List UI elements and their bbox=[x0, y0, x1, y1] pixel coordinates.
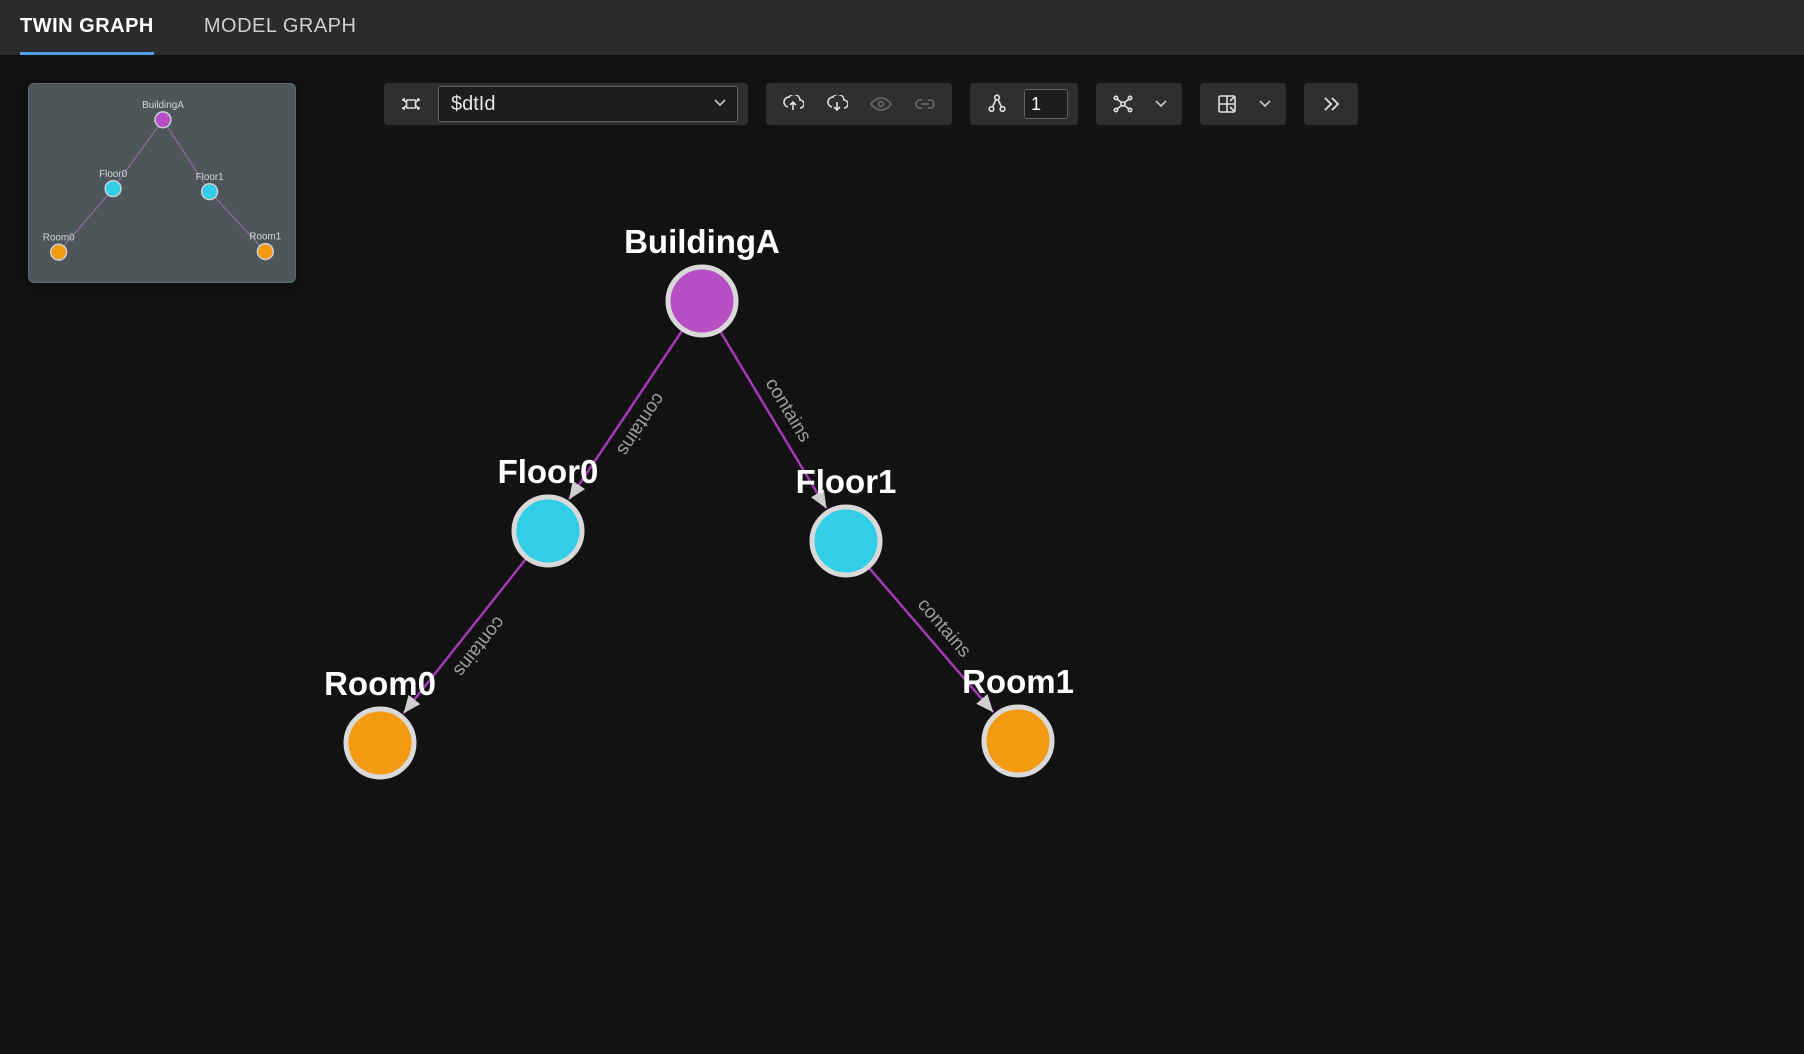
graph-node-label: Room0 bbox=[324, 665, 436, 702]
main-area: containscontainscontainscontains Buildin… bbox=[0, 55, 1804, 1049]
toolbar: $dtId bbox=[384, 83, 1358, 125]
expansion-level-input[interactable] bbox=[1024, 89, 1068, 119]
svg-text:Room0: Room0 bbox=[43, 232, 75, 243]
expand-mode-group bbox=[1200, 83, 1286, 125]
layout-group bbox=[1096, 83, 1182, 125]
export-graph-icon[interactable] bbox=[776, 87, 810, 121]
overflow-group bbox=[1304, 83, 1358, 125]
graph-node-buildinga[interactable] bbox=[668, 267, 736, 335]
expansion-group bbox=[970, 83, 1078, 125]
svg-text:BuildingA: BuildingA bbox=[142, 100, 184, 111]
layout-chevron-icon[interactable] bbox=[1150, 96, 1172, 113]
graph-node-floor1[interactable] bbox=[812, 507, 880, 575]
tab-twin-graph[interactable]: TWIN GRAPH bbox=[20, 0, 154, 55]
show-all-icon bbox=[864, 87, 898, 121]
graph-node-label: Room1 bbox=[962, 663, 1074, 700]
import-graph-icon[interactable] bbox=[820, 87, 854, 121]
show-relationships-icon bbox=[908, 87, 942, 121]
display-property-group: $dtId bbox=[384, 83, 748, 125]
display-property-dropdown[interactable]: $dtId bbox=[438, 86, 738, 122]
graph-node-room1[interactable] bbox=[984, 707, 1052, 775]
svg-text:Floor1: Floor1 bbox=[196, 172, 224, 183]
graph-node-room0[interactable] bbox=[346, 709, 414, 777]
graph-node-floor0[interactable] bbox=[514, 497, 582, 565]
tab-bar: TWIN GRAPH MODEL GRAPH bbox=[0, 0, 1804, 55]
minimap[interactable]: BuildingA Floor0 Floor1 Room0 Room1 bbox=[28, 83, 296, 283]
io-group bbox=[766, 83, 952, 125]
graph-node-label: BuildingA bbox=[624, 223, 780, 260]
display-property-value: $dtId bbox=[451, 93, 495, 116]
expand-mode-chevron-icon[interactable] bbox=[1254, 96, 1276, 113]
graph-node-label: Floor1 bbox=[796, 463, 897, 500]
fit-icon[interactable] bbox=[394, 87, 428, 121]
expansion-tree-icon[interactable] bbox=[980, 87, 1014, 121]
layout-icon[interactable] bbox=[1106, 87, 1140, 121]
expand-mode-icon[interactable] bbox=[1210, 87, 1244, 121]
chevron-down-icon bbox=[713, 95, 727, 114]
tab-model-graph[interactable]: MODEL GRAPH bbox=[204, 0, 357, 55]
graph-node-label: Floor0 bbox=[498, 453, 599, 490]
overflow-icon[interactable] bbox=[1314, 87, 1348, 121]
svg-text:Floor0: Floor0 bbox=[99, 169, 127, 180]
svg-text:Room1: Room1 bbox=[249, 232, 281, 243]
